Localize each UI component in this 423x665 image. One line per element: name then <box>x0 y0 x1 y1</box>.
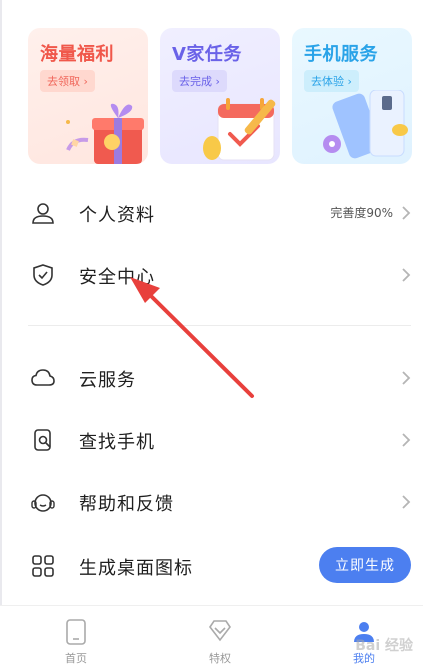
menu-item-help[interactable]: 帮助和反馈 <box>28 482 411 522</box>
chevron-right-icon <box>402 433 411 447</box>
nav-label: 首页 <box>65 652 87 665</box>
nav-label: 特权 <box>209 652 231 665</box>
promo-card-action[interactable]: 去领取 › <box>40 70 95 92</box>
watermark: Bai 经验 <box>355 638 413 654</box>
shield-icon <box>33 264 53 286</box>
chevron-right-icon <box>402 495 411 509</box>
headset-icon <box>31 494 55 512</box>
promo-cards: 海量福利 去领取 › V家任务 去完成 › 手机服务 去体验 › <box>28 28 412 164</box>
menu-item-desktop-icon: 生成桌面图标 立即生成 <box>28 546 411 586</box>
generate-now-button[interactable]: 立即生成 <box>319 547 411 583</box>
menu-item-label: 查找手机 <box>79 432 155 453</box>
nav-privilege[interactable]: 特权 <box>180 606 260 665</box>
left-edge <box>0 0 2 665</box>
promo-card-title: 手机服务 <box>304 44 378 65</box>
menu-item-find-phone[interactable]: 查找手机 <box>28 420 411 460</box>
promo-card-service[interactable]: 手机服务 去体验 › <box>292 28 412 164</box>
menu-item-label: 帮助和反馈 <box>79 494 174 515</box>
menu-item-label: 生成桌面图标 <box>79 558 193 579</box>
phones-illustration <box>323 90 408 159</box>
promo-card-action[interactable]: 去完成 › <box>172 70 227 92</box>
chevron-right-icon <box>402 371 411 385</box>
phone-home-icon <box>66 619 86 645</box>
find-phone-icon <box>34 429 51 451</box>
menu-item-label: 个人资料 <box>79 205 155 226</box>
promo-card-welfare[interactable]: 海量福利 去领取 › <box>28 28 148 164</box>
bottom-nav: 首页 特权 我的 Bai 经验 <box>0 605 423 665</box>
promo-card-title: 海量福利 <box>40 44 114 65</box>
menu-item-label: 安全中心 <box>79 267 155 288</box>
cloud-icon <box>31 369 55 386</box>
menu-item-profile[interactable]: 个人资料 完善度90% <box>28 193 411 233</box>
promo-card-tasks[interactable]: V家任务 去完成 › <box>160 28 280 164</box>
calendar-illustration <box>203 98 276 161</box>
promo-card-title: V家任务 <box>172 44 242 65</box>
gift-box-illustration <box>66 103 144 164</box>
promo-card-action[interactable]: 去体验 › <box>304 70 359 92</box>
menu-item-label: 云服务 <box>79 370 136 391</box>
diamond-icon <box>209 620 231 642</box>
section-divider <box>28 325 411 326</box>
grid-icon <box>32 555 54 577</box>
person-icon <box>32 203 54 224</box>
chevron-right-icon <box>402 206 411 220</box>
menu-item-security[interactable]: 安全中心 <box>28 255 411 295</box>
nav-home[interactable]: 首页 <box>36 606 116 665</box>
profile-completion: 完善度90% <box>330 206 393 220</box>
menu-item-cloud[interactable]: 云服务 <box>28 358 411 398</box>
chevron-right-icon <box>402 268 411 282</box>
